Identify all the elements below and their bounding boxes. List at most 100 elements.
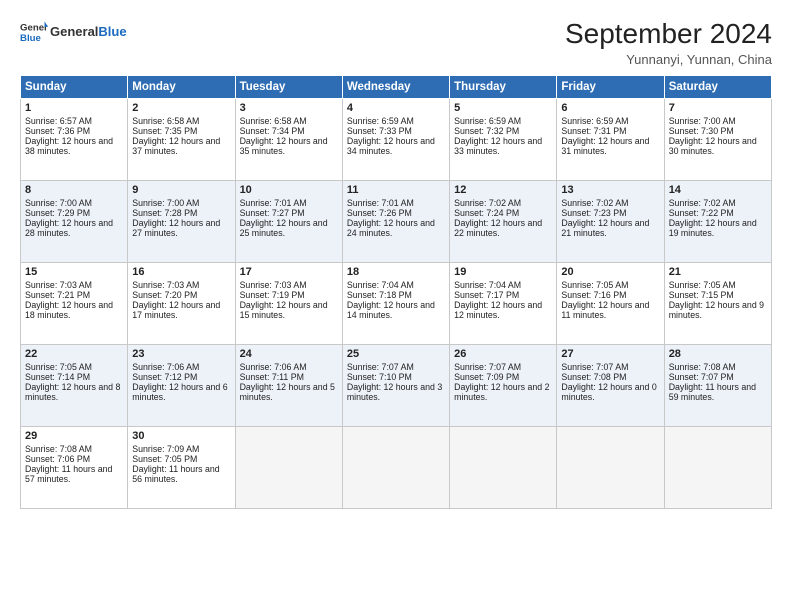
header-monday: Monday	[128, 76, 235, 99]
daylight: Daylight: 12 hours and 12 minutes.	[454, 300, 552, 320]
sunset: Sunset: 7:07 PM	[669, 372, 767, 382]
sunset: Sunset: 7:05 PM	[132, 454, 230, 464]
daylight: Daylight: 12 hours and 22 minutes.	[454, 218, 552, 238]
sunset: Sunset: 7:22 PM	[669, 208, 767, 218]
logo-general: GeneralBlue	[50, 24, 127, 40]
sunset: Sunset: 7:09 PM	[454, 372, 552, 382]
sunrise: Sunrise: 6:59 AM	[561, 116, 659, 126]
daylight: Daylight: 12 hours and 34 minutes.	[347, 136, 445, 156]
daylight: Daylight: 12 hours and 11 minutes.	[561, 300, 659, 320]
daylight: Daylight: 12 hours and 15 minutes.	[240, 300, 338, 320]
sunrise: Sunrise: 7:08 AM	[25, 444, 123, 454]
day-number: 15	[25, 266, 123, 278]
calendar-cell: 19Sunrise: 7:04 AMSunset: 7:17 PMDayligh…	[450, 263, 557, 345]
calendar-week-4: 22Sunrise: 7:05 AMSunset: 7:14 PMDayligh…	[21, 345, 772, 427]
calendar-cell: 15Sunrise: 7:03 AMSunset: 7:21 PMDayligh…	[21, 263, 128, 345]
sunset: Sunset: 7:10 PM	[347, 372, 445, 382]
day-number: 13	[561, 184, 659, 196]
sunset: Sunset: 7:20 PM	[132, 290, 230, 300]
header-sunday: Sunday	[21, 76, 128, 99]
sunset: Sunset: 7:36 PM	[25, 126, 123, 136]
sunrise: Sunrise: 7:07 AM	[347, 362, 445, 372]
sunrise: Sunrise: 7:07 AM	[454, 362, 552, 372]
logo-text: GeneralBlue	[50, 24, 127, 40]
calendar-header-row: SundayMondayTuesdayWednesdayThursdayFrid…	[21, 76, 772, 99]
sunset: Sunset: 7:35 PM	[132, 126, 230, 136]
calendar-cell	[450, 427, 557, 509]
day-number: 26	[454, 348, 552, 360]
sunrise: Sunrise: 7:01 AM	[347, 198, 445, 208]
calendar-cell	[342, 427, 449, 509]
sunset: Sunset: 7:33 PM	[347, 126, 445, 136]
day-number: 1	[25, 102, 123, 114]
daylight: Daylight: 12 hours and 25 minutes.	[240, 218, 338, 238]
calendar-cell: 11Sunrise: 7:01 AMSunset: 7:26 PMDayligh…	[342, 181, 449, 263]
day-number: 8	[25, 184, 123, 196]
calendar-cell: 6Sunrise: 6:59 AMSunset: 7:31 PMDaylight…	[557, 99, 664, 181]
day-number: 25	[347, 348, 445, 360]
sunset: Sunset: 7:28 PM	[132, 208, 230, 218]
sunrise: Sunrise: 7:05 AM	[561, 280, 659, 290]
calendar-cell: 12Sunrise: 7:02 AMSunset: 7:24 PMDayligh…	[450, 181, 557, 263]
day-number: 20	[561, 266, 659, 278]
calendar-cell: 23Sunrise: 7:06 AMSunset: 7:12 PMDayligh…	[128, 345, 235, 427]
sunset: Sunset: 7:30 PM	[669, 126, 767, 136]
daylight: Daylight: 12 hours and 37 minutes.	[132, 136, 230, 156]
day-number: 16	[132, 266, 230, 278]
day-number: 9	[132, 184, 230, 196]
calendar-week-3: 15Sunrise: 7:03 AMSunset: 7:21 PMDayligh…	[21, 263, 772, 345]
day-number: 11	[347, 184, 445, 196]
sunset: Sunset: 7:06 PM	[25, 454, 123, 464]
daylight: Daylight: 11 hours and 59 minutes.	[669, 382, 767, 402]
calendar-cell	[235, 427, 342, 509]
day-number: 14	[669, 184, 767, 196]
sunrise: Sunrise: 6:58 AM	[240, 116, 338, 126]
sunset: Sunset: 7:26 PM	[347, 208, 445, 218]
day-number: 6	[561, 102, 659, 114]
daylight: Daylight: 12 hours and 33 minutes.	[454, 136, 552, 156]
sunset: Sunset: 7:18 PM	[347, 290, 445, 300]
day-number: 23	[132, 348, 230, 360]
sunset: Sunset: 7:34 PM	[240, 126, 338, 136]
sunrise: Sunrise: 7:08 AM	[669, 362, 767, 372]
calendar-week-1: 1Sunrise: 6:57 AMSunset: 7:36 PMDaylight…	[21, 99, 772, 181]
day-number: 4	[347, 102, 445, 114]
calendar-cell	[557, 427, 664, 509]
calendar-cell: 20Sunrise: 7:05 AMSunset: 7:16 PMDayligh…	[557, 263, 664, 345]
sunrise: Sunrise: 7:06 AM	[132, 362, 230, 372]
header: General Blue GeneralBlue September 2024 …	[20, 18, 772, 67]
calendar-cell: 22Sunrise: 7:05 AMSunset: 7:14 PMDayligh…	[21, 345, 128, 427]
day-number: 18	[347, 266, 445, 278]
sunset: Sunset: 7:14 PM	[25, 372, 123, 382]
header-wednesday: Wednesday	[342, 76, 449, 99]
calendar-cell: 24Sunrise: 7:06 AMSunset: 7:11 PMDayligh…	[235, 345, 342, 427]
header-saturday: Saturday	[664, 76, 771, 99]
calendar-cell: 14Sunrise: 7:02 AMSunset: 7:22 PMDayligh…	[664, 181, 771, 263]
calendar-cell: 9Sunrise: 7:00 AMSunset: 7:28 PMDaylight…	[128, 181, 235, 263]
daylight: Daylight: 12 hours and 30 minutes.	[669, 136, 767, 156]
calendar-cell: 2Sunrise: 6:58 AMSunset: 7:35 PMDaylight…	[128, 99, 235, 181]
calendar-cell: 30Sunrise: 7:09 AMSunset: 7:05 PMDayligh…	[128, 427, 235, 509]
daylight: Daylight: 11 hours and 56 minutes.	[132, 464, 230, 484]
daylight: Daylight: 12 hours and 14 minutes.	[347, 300, 445, 320]
month-title: September 2024	[565, 18, 772, 50]
logo: General Blue GeneralBlue	[20, 18, 127, 46]
sunset: Sunset: 7:08 PM	[561, 372, 659, 382]
sunrise: Sunrise: 7:02 AM	[561, 198, 659, 208]
sunset: Sunset: 7:32 PM	[454, 126, 552, 136]
daylight: Daylight: 12 hours and 19 minutes.	[669, 218, 767, 238]
sunset: Sunset: 7:31 PM	[561, 126, 659, 136]
calendar-cell: 27Sunrise: 7:07 AMSunset: 7:08 PMDayligh…	[557, 345, 664, 427]
day-number: 24	[240, 348, 338, 360]
calendar-cell: 8Sunrise: 7:00 AMSunset: 7:29 PMDaylight…	[21, 181, 128, 263]
logo-icon: General Blue	[20, 18, 48, 46]
sunset: Sunset: 7:12 PM	[132, 372, 230, 382]
sunrise: Sunrise: 7:05 AM	[669, 280, 767, 290]
sunrise: Sunrise: 7:04 AM	[347, 280, 445, 290]
day-number: 5	[454, 102, 552, 114]
sunset: Sunset: 7:24 PM	[454, 208, 552, 218]
daylight: Daylight: 12 hours and 8 minutes.	[25, 382, 123, 402]
sunrise: Sunrise: 6:57 AM	[25, 116, 123, 126]
calendar-week-5: 29Sunrise: 7:08 AMSunset: 7:06 PMDayligh…	[21, 427, 772, 509]
daylight: Daylight: 12 hours and 38 minutes.	[25, 136, 123, 156]
